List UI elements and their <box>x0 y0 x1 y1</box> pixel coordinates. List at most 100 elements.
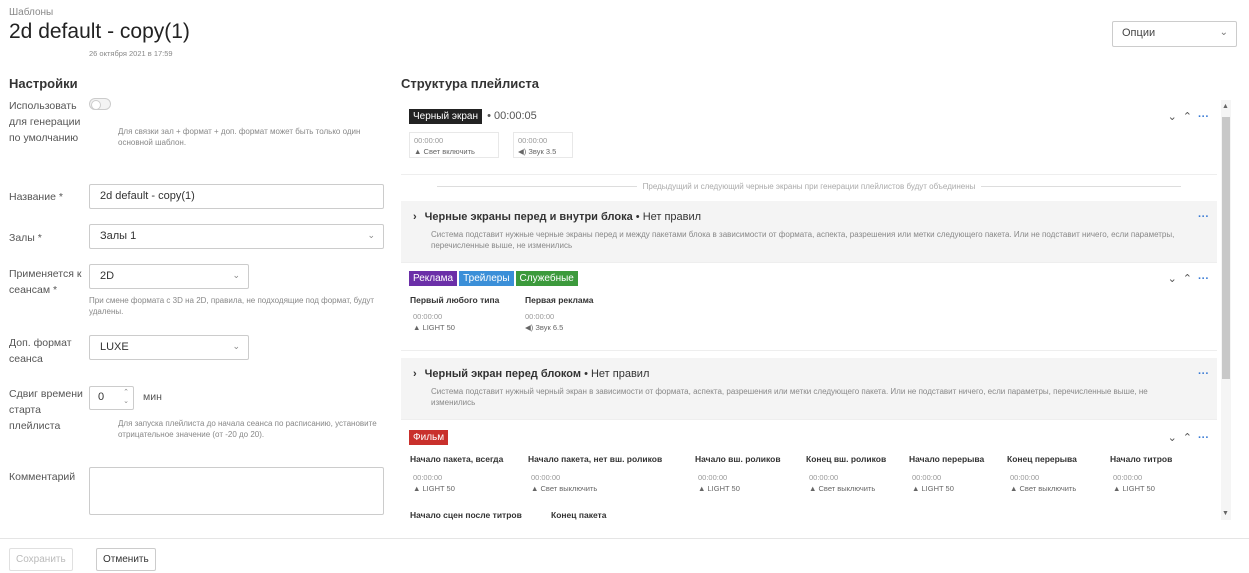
cell-time: 00:00:00 <box>531 473 561 482</box>
comment-textarea[interactable] <box>89 467 384 515</box>
expand-chevron-icon[interactable]: › <box>413 368 417 380</box>
service-tag: Служебные <box>515 271 578 286</box>
more-icon[interactable]: ··· <box>1198 111 1209 123</box>
rule-controls: ··· <box>1192 368 1209 380</box>
options-dropdown[interactable]: Опции ⌄ <box>1112 21 1237 47</box>
film-cell[interactable]: 00:00:00 ▲ LIGHT 50 <box>912 472 954 494</box>
black-cell-1[interactable]: 00:00:00 ▲ Свет включить <box>409 132 499 158</box>
film-tag: Фильм <box>409 430 449 445</box>
block-controls: ⌄ ⌃ ··· <box>1162 272 1209 285</box>
block-controls: ⌄ ⌃ ··· <box>1162 431 1209 444</box>
use-default-toggle[interactable] <box>89 98 111 110</box>
cell-value: Свет включить <box>423 147 475 156</box>
scroll-up-icon[interactable]: ▲ <box>1222 103 1229 110</box>
film-cell[interactable]: 00:00:00 ▲ Свет выключить <box>1010 472 1076 494</box>
more-icon[interactable]: ··· <box>1198 273 1209 285</box>
page-title: 2d default - copy(1) <box>9 20 190 43</box>
rule-block-1: › Черные экраны перед и внутри блока • Не… <box>401 201 1217 263</box>
applies-label: Применяется к сеансам * <box>9 268 82 296</box>
speaker-icon: ◀) <box>518 147 527 156</box>
rule-title: Черные экраны перед и внутри блока <box>424 211 633 223</box>
rule-status: • Нет правил <box>635 211 702 223</box>
film-cell[interactable]: 00:00:00 ▲ LIGHT 50 <box>413 472 455 494</box>
name-input[interactable]: 2d default - copy(1) <box>89 184 384 209</box>
merge-note: Предыдущий и следующий черные экраны при… <box>401 182 1217 191</box>
speaker-icon: ◀) <box>525 323 534 332</box>
film-cell[interactable]: 00:00:00 ▲ LIGHT 50 <box>1113 472 1155 494</box>
chevron-down-icon[interactable]: ⌄ <box>1168 273 1177 285</box>
film-cell[interactable]: 00:00:00 ▲ LIGHT 50 <box>698 472 740 494</box>
lamp-icon: ▲ <box>413 323 421 332</box>
chevron-up-icon[interactable]: ⌃ <box>1183 111 1192 123</box>
ads-cell-2[interactable]: 00:00:00 ◀) Звук 6.5 <box>525 311 563 333</box>
halls-label: Залы * <box>9 232 42 244</box>
cell-value: LIGHT 50 <box>422 484 455 493</box>
chevron-down-icon[interactable]: ⌄ <box>1168 111 1177 123</box>
cell-value: LIGHT 50 <box>921 484 954 493</box>
rule-description: Система подставит нужный черный экран в … <box>431 387 1148 407</box>
shift-value: 0 <box>98 391 105 403</box>
cell-value: Свет выключить <box>540 484 598 493</box>
more-icon[interactable]: ··· <box>1198 432 1209 444</box>
lamp-icon: ▲ <box>414 147 422 156</box>
column-header: Первая реклама <box>525 295 594 305</box>
options-label: Опции <box>1122 27 1156 39</box>
ads-cell-1[interactable]: 00:00:00 ▲ LIGHT 50 <box>413 311 455 333</box>
cell-time: 00:00:00 <box>525 312 555 321</box>
save-button[interactable]: Сохранить <box>9 548 73 571</box>
cancel-button[interactable]: Отменить <box>96 548 156 571</box>
cell-time: 00:00:00 <box>414 136 444 145</box>
chevron-up-icon[interactable]: ⌃ <box>1183 432 1192 444</box>
extra-format-select[interactable]: LUXE ⌄ <box>89 335 249 360</box>
ads-block: Реклама Трейлеры Служебные Первый любого т… <box>401 263 1217 351</box>
chevron-down-icon[interactable]: ⌄ <box>1168 432 1177 444</box>
black-cell-2[interactable]: 00:00:00 ◀) Звук 3.5 <box>513 132 573 158</box>
block-controls: ⌄ ⌃ ··· <box>1162 110 1209 123</box>
black-screen-duration: • 00:00:05 <box>487 110 537 122</box>
chevron-down-icon: ⌄ <box>232 270 240 280</box>
lamp-icon: ▲ <box>698 484 708 493</box>
shift-label: Сдвиг времени старта плейлиста <box>9 388 83 432</box>
film-cell[interactable]: 00:00:00 ▲ Свет выключить <box>809 472 875 494</box>
cell-time: 00:00:00 <box>912 473 942 482</box>
more-icon[interactable]: ··· <box>1198 368 1209 380</box>
chevron-up-icon[interactable]: ⌃ <box>1183 273 1192 285</box>
cell-time: 00:00:00 <box>809 473 839 482</box>
lamp-icon: ▲ <box>809 484 819 493</box>
extra-format-value: LUXE <box>100 341 129 353</box>
halls-value: Залы 1 <box>100 230 137 242</box>
cell-value: Звук 3.5 <box>528 147 557 156</box>
shift-stepper[interactable]: 0 ⌃ ⌄ <box>89 386 134 410</box>
chevron-down-icon: ⌄ <box>232 341 240 351</box>
black-screen-tag: Черный экран <box>409 109 482 124</box>
expand-chevron-icon[interactable]: › <box>413 211 417 223</box>
applies-select[interactable]: 2D ⌄ <box>89 264 249 289</box>
cell-time: 00:00:00 <box>413 312 443 321</box>
rule-status: • Нет правил <box>584 368 650 380</box>
column-header: Конец перерыва <box>1007 454 1077 464</box>
scrollbar-thumb[interactable] <box>1222 117 1230 379</box>
scroll-down-icon[interactable]: ▼ <box>1222 510 1229 517</box>
film-block: Фильм Начало пакета, всегда 00:00:00 ▲ LIG… <box>401 422 1217 520</box>
black-screen-block: Черный экран • 00:00:05 00:00:00 ▲ Свет … <box>401 100 1217 175</box>
shift-unit: мин <box>143 391 162 403</box>
lamp-icon: ▲ <box>531 484 541 493</box>
cell-value: LIGHT 50 <box>707 484 740 493</box>
applies-hint: При смене формата с 3D на 2D, правила, н… <box>89 296 375 316</box>
cell-time: 00:00:00 <box>1113 473 1143 482</box>
lamp-icon: ▲ <box>1010 484 1020 493</box>
structure-heading: Структура плейлиста <box>401 76 540 91</box>
rule-description: Система подставит нужные черные экраны п… <box>431 230 1175 250</box>
rule-title: Черный экран перед блоком <box>424 368 582 380</box>
column-header: Первый любого типа <box>410 295 500 305</box>
more-icon[interactable]: ··· <box>1198 211 1209 223</box>
rule-block-2: › Черный экран перед блоком • Нет правил … <box>401 358 1217 420</box>
cell-time: 00:00:00 <box>698 473 728 482</box>
name-label: Название * <box>9 191 63 203</box>
film-cell[interactable]: 00:00:00 ▲ Свет выключить <box>531 472 597 494</box>
shift-hint: Для запуска плейлиста до начала сеанса п… <box>118 419 377 439</box>
halls-select[interactable]: Залы 1 ⌄ <box>89 224 384 249</box>
breadcrumb[interactable]: Шаблоны <box>9 7 53 18</box>
footer-divider <box>0 538 1249 539</box>
stepper-arrows-icon[interactable]: ⌃ ⌄ <box>123 388 129 406</box>
